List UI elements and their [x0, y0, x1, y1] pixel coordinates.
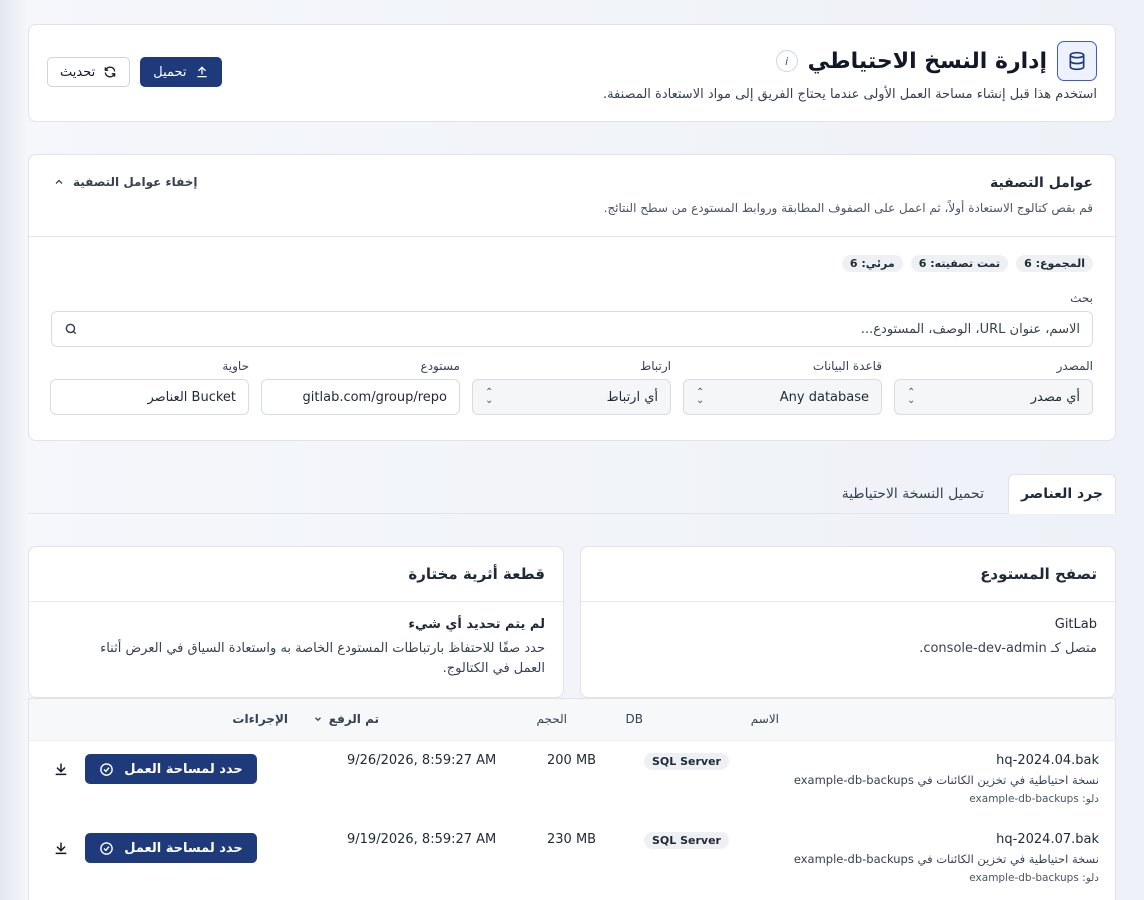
col-size: الحجم — [536, 712, 567, 726]
check-circle-icon — [100, 841, 114, 855]
download-icon[interactable] — [53, 840, 69, 856]
empty-line-2: العمل في الكتالوج. — [442, 661, 545, 676]
source-label: المصدر — [1056, 359, 1093, 373]
upload-icon — [196, 66, 207, 78]
source-value: أي مصدر — [1030, 389, 1080, 405]
container-label: حاوية — [222, 359, 249, 373]
row-name: hq-2024.04.bak — [996, 753, 1099, 768]
table-header: الاسم DB الحجم تم الرفع الإجراءات — [29, 699, 1115, 741]
check-circle-icon — [100, 762, 114, 776]
left-shade — [0, 0, 28, 900]
repo-connection: متصل كـ console-dev-admin. — [919, 641, 1097, 656]
link-select[interactable]: أي ارتباط ⌃ ⌄ — [472, 379, 671, 415]
header-card: إدارة النسخ الاحتياطي i استخدم هذا قبل إ… — [28, 24, 1116, 122]
db-badge: SQL Server — [644, 832, 729, 849]
refresh-label: تحديث — [60, 64, 96, 80]
select-arrows-icon: ⌃ ⌄ — [907, 387, 916, 406]
filters-description: قم بقص كتالوج الاستعادة أولاً، ثم اعمل ع… — [603, 201, 1093, 215]
row-size: 230 MB — [547, 832, 597, 847]
row-uploaded: 9/19/2026, 8:59:27 AM — [347, 832, 497, 847]
tab-bar: جرد العناصر تحميل النسخة الاحتياطية — [28, 474, 1116, 514]
hide-filters-label: إخفاء عوامل التصفية — [73, 175, 198, 189]
divider — [29, 601, 563, 602]
artifact-panel-title: قطعة أثرية مختارة — [408, 565, 545, 583]
select-arrows-icon: ⌃ ⌄ — [485, 387, 494, 406]
repo-input[interactable]: gitlab.com/group/repo — [261, 379, 460, 415]
database-label: قاعدة البيانات — [812, 359, 882, 373]
row-desc: نسخة احتياطية في تخزين الكائنات في examp… — [793, 773, 1099, 787]
database-icon — [1057, 41, 1097, 81]
chevron-up-icon — [55, 179, 63, 184]
row-bucket: دلو: example-db-backups — [969, 793, 1099, 805]
title-row: إدارة النسخ الاحتياطي i — [775, 41, 1097, 81]
row-bucket: دلو: example-db-backups — [969, 872, 1099, 884]
page-subtitle: استخدم هذا قبل إنشاء مساحة العمل الأولى … — [602, 87, 1097, 102]
row-name: hq-2024.07.bak — [996, 832, 1099, 847]
search-input[interactable]: الاسم، عنوان URL، الوصف، المستودع... — [51, 311, 1093, 347]
database-value: Any database — [779, 389, 869, 405]
refresh-icon — [104, 66, 116, 78]
selected-artifact-panel: قطعة أثرية مختارة لم يتم تحديد أي شيء حد… — [28, 546, 564, 698]
select-for-workspace-button[interactable]: حدد لمساحة العمل — [85, 754, 257, 784]
download-icon[interactable] — [53, 761, 69, 777]
repo-browser-panel: تصفح المستودع GitLab متصل كـ console-dev… — [580, 546, 1116, 698]
empty-line-1: حدد صفًا للاحتفاظ بارتباطات المستودع الخ… — [100, 641, 545, 656]
row-size: 200 MB — [547, 753, 597, 768]
hide-filters-button[interactable]: إخفاء عوامل التصفية — [53, 175, 198, 189]
backups-table: الاسم DB الحجم تم الرفع الإجراءات hq-202… — [28, 698, 1116, 900]
select-label: حدد لمساحة العمل — [124, 761, 243, 777]
table-row[interactable]: hq-2024.04.bak نسخة احتياطية في تخزين ال… — [29, 741, 1115, 820]
filters-header: عوامل التصفية قم بقص كتالوج الاستعادة أو… — [29, 155, 1115, 237]
total-badge: المجموع: 6 — [1016, 255, 1093, 272]
select-label: حدد لمساحة العمل — [124, 840, 243, 856]
filters-title: عوامل التصفية — [989, 175, 1093, 191]
search-icon — [65, 323, 77, 335]
database-select[interactable]: Any database ⌃ ⌄ — [683, 379, 882, 415]
link-label: ارتباط — [640, 359, 671, 373]
row-desc: نسخة احتياطية في تخزين الكائنات في examp… — [793, 852, 1099, 866]
visible-badge: مرئي: 6 — [841, 255, 903, 272]
col-actions: الإجراءات — [232, 712, 288, 726]
repo-panel-title: تصفح المستودع — [980, 565, 1097, 583]
header-actions: تحميل تحديث — [47, 57, 222, 87]
repo-label: مستودع — [420, 359, 460, 373]
select-for-workspace-button[interactable]: حدد لمساحة العمل — [85, 833, 257, 863]
search-placeholder: الاسم، عنوان URL، الوصف، المستودع... — [860, 321, 1080, 337]
info-icon[interactable]: i — [775, 50, 798, 72]
search-label: بحث — [1070, 291, 1093, 305]
source-select[interactable]: أي مصدر ⌃ ⌄ — [894, 379, 1093, 415]
filtered-badge: تمت تصفيته: 6 — [910, 255, 1009, 272]
divider — [581, 601, 1115, 602]
select-arrows-icon: ⌃ ⌄ — [696, 387, 705, 406]
upload-button[interactable]: تحميل — [140, 57, 222, 87]
count-badges: المجموع: 6 تمت تصفيته: 6 مرئي: 6 — [841, 255, 1093, 272]
filters-card: عوامل التصفية قم بقص كتالوج الاستعادة أو… — [28, 154, 1116, 441]
tab-upload-backup[interactable]: تحميل النسخة الاحتياطية — [830, 474, 996, 513]
repo-value: gitlab.com/group/repo — [302, 389, 447, 405]
page-title: إدارة النسخ الاحتياطي — [807, 48, 1047, 74]
db-badge: SQL Server — [644, 753, 729, 770]
sort-chevron-icon — [314, 717, 321, 722]
container-value: Bucket العناصر — [147, 389, 236, 405]
link-value: أي ارتباط — [606, 389, 658, 405]
refresh-button[interactable]: تحديث — [47, 57, 131, 87]
col-uploaded[interactable]: تم الرفع — [313, 712, 379, 726]
container-input[interactable]: Bucket العناصر — [50, 379, 249, 415]
repo-provider: GitLab — [1054, 617, 1097, 632]
col-name: الاسم — [750, 712, 779, 726]
tab-inventory[interactable]: جرد العناصر — [1007, 474, 1116, 514]
col-uploaded-label: تم الرفع — [328, 712, 379, 726]
row-uploaded: 9/26/2026, 8:59:27 AM — [347, 753, 497, 768]
table-row[interactable]: hq-2024.07.bak نسخة احتياطية في تخزين ال… — [29, 820, 1115, 899]
empty-title: لم يتم تحديد أي شيء — [408, 617, 545, 632]
col-db: DB — [625, 712, 643, 726]
upload-label: تحميل — [153, 64, 187, 80]
